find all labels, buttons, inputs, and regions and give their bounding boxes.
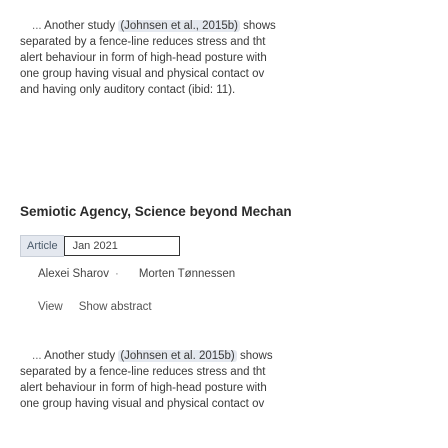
snippet-first-line: ... Another study (Johnsen et al., 2015b…	[20, 18, 448, 34]
author-list: Alexei Sharov · Morten Tønnessen	[38, 268, 235, 280]
snippet-lead-text: Another study	[44, 350, 116, 362]
snippet-line: separated by a fence-line reduces stress…	[20, 36, 266, 48]
snippet-line: separated by a fence-line reduces stress…	[20, 366, 266, 378]
snippet-after-text: shows	[243, 20, 276, 32]
snippet-after-text: shows	[239, 350, 273, 362]
date-field: Jan 2021	[63, 236, 180, 256]
author-link[interactable]: Morten Tønnessen	[139, 268, 235, 280]
ellipsis: ...	[32, 350, 42, 362]
result-actions: View Show abstract	[38, 301, 152, 313]
snippet-line: one group having visual and physical con…	[20, 68, 265, 80]
snippet-first-line: ... Another study (Johnsen et al. 2015b)…	[20, 348, 448, 364]
show-abstract-button[interactable]: Show abstract	[79, 301, 152, 313]
result-meta: Article Jan 2021	[20, 235, 180, 257]
search-snippet-bottom: ... Another study (Johnsen et al. 2015b)…	[20, 348, 448, 412]
citation-highlight: (Johnsen et al. 2015b)	[118, 350, 237, 362]
snippet-line: alert behaviour in form of high-head pos…	[20, 382, 267, 394]
snippet-line: one group having visual and physical con…	[20, 398, 265, 410]
author-separator: ·	[114, 268, 119, 280]
author-link[interactable]: Alexei Sharov	[38, 268, 109, 280]
snippet-line: and having only auditory contact (ibid: …	[20, 84, 236, 96]
citation-highlight: (Johnsen et al., 2015b)	[118, 20, 240, 32]
article-type-tag: Article	[20, 235, 64, 257]
ellipsis: ...	[32, 20, 42, 32]
view-button[interactable]: View	[38, 301, 63, 313]
snippet-lead-text: Another study	[44, 20, 116, 32]
result-title[interactable]: Semiotic Agency, Science beyond Mechan	[20, 204, 292, 219]
snippet-line: alert behaviour in form of high-head pos…	[20, 52, 267, 64]
search-snippet-top: ... Another study (Johnsen et al., 2015b…	[20, 18, 448, 98]
